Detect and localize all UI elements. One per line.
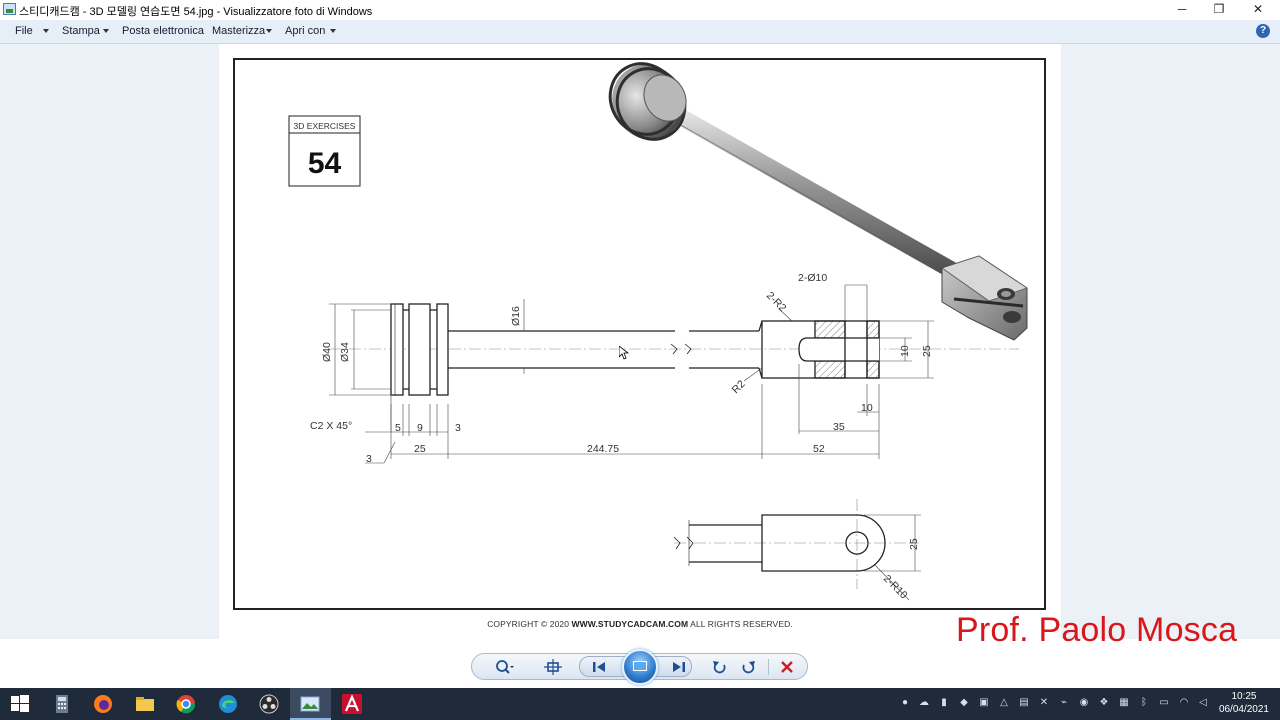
author-overlay: Prof. Paolo Mosca <box>956 611 1238 649</box>
chevron-down-icon <box>43 29 49 33</box>
clock-time: 10:25 <box>1231 691 1257 702</box>
taskbar: ● ☁ ▮ ◆ ▣ △ ▤ ✕ ⌁ ◉ ❖ ▦ ᛒ ▭ ◠ ◁ 10:25 06… <box>0 688 1280 720</box>
copyright-prefix: COPYRIGHT © 2020 <box>487 619 570 629</box>
title-bar: 스티디캐드캠 - 3D 모델링 연습도면 54.jpg - Visualizza… <box>0 0 1280 19</box>
chevron-down-icon <box>330 29 336 33</box>
menu-masterizza[interactable]: Masterizza <box>212 25 265 37</box>
drawing-border <box>233 58 1046 610</box>
drive-tray-icon[interactable]: △ <box>998 697 1010 709</box>
chevron-down-icon <box>266 29 272 33</box>
fit-icon[interactable] <box>543 658 563 676</box>
network-monitor-tray-icon[interactable]: ⌁ <box>1058 697 1070 709</box>
control-separator <box>768 659 769 675</box>
wifi-tray-icon[interactable]: ◠ <box>1178 697 1190 709</box>
zoom-icon[interactable] <box>494 658 514 676</box>
firefox-icon[interactable] <box>93 694 113 714</box>
minimize-button[interactable]: ─ <box>1162 0 1202 19</box>
displayed-image: Ø40 Ø34 Ø16 2-Ø10 2-R2 R2 10 25 10 35 52… <box>219 44 1061 639</box>
window-title: 스티디캐드캠 - 3D 모델링 연습도면 54.jpg - Visualizza… <box>19 6 373 18</box>
chevron-down-icon <box>103 29 109 33</box>
menu-file[interactable]: File <box>15 25 33 37</box>
previous-icon[interactable] <box>590 658 610 676</box>
close-button[interactable]: ✕ <box>1238 0 1278 19</box>
copyright-line: COPYRIGHT © 2020 WWW.STUDYCADCAM.COM ALL… <box>219 619 1061 629</box>
microphone-tray-icon[interactable]: ▮ <box>938 697 950 709</box>
tools-tray-icon[interactable]: ✕ <box>1038 697 1050 709</box>
menu-posta-elettronica[interactable]: Posta elettronica <box>122 25 204 37</box>
copyright-suffix: ALL RIGHTS RESERVED. <box>690 619 793 629</box>
battery-tray-icon[interactable]: ▭ <box>1158 697 1170 709</box>
app-tray-icon[interactable]: ▤ <box>1018 697 1030 709</box>
slideshow-icon[interactable] <box>622 649 658 685</box>
steam-tray-icon[interactable]: ◉ <box>1078 697 1090 709</box>
photo-viewport: Ø40 Ø34 Ø16 2-Ø10 2-R2 R2 10 25 10 35 52… <box>0 44 1280 639</box>
menu-stampa[interactable]: Stampa <box>62 25 100 37</box>
photo-viewer-icon[interactable] <box>300 694 320 714</box>
cloud-tray-icon[interactable]: ☁ <box>918 697 930 709</box>
clock-date: 06/04/2021 <box>1218 704 1269 715</box>
edge-icon[interactable] <box>218 694 238 714</box>
viewer-controls <box>471 649 808 685</box>
menu-apri-con[interactable]: Apri con <box>285 25 325 37</box>
file-explorer-icon[interactable] <box>135 694 155 714</box>
volume-tray-icon[interactable]: ◁ <box>1197 697 1209 709</box>
obs-icon[interactable] <box>259 694 279 714</box>
bluetooth-tray-icon[interactable]: ᛒ <box>1138 697 1150 709</box>
photo-viewer-app-icon <box>3 3 16 15</box>
windows-start-icon[interactable] <box>10 694 30 714</box>
display-tray-icon[interactable]: ▦ <box>1118 697 1130 709</box>
dropbox-tray-icon[interactable]: ❖ <box>1098 697 1110 709</box>
rotate-right-icon[interactable] <box>738 658 758 676</box>
help-icon[interactable]: ? <box>1256 24 1270 38</box>
autocad-icon[interactable] <box>342 694 362 714</box>
rotate-left-icon[interactable] <box>710 658 730 676</box>
shield-tray-icon[interactable]: ◆ <box>958 697 970 709</box>
menu-bar: File Stampa Posta elettronica Masterizza… <box>0 20 1280 44</box>
restore-button[interactable]: ❐ <box>1199 0 1239 19</box>
copyright-site: WWW.STUDYCADCAM.COM <box>571 619 689 629</box>
nvidia-tray-icon[interactable]: ▣ <box>978 697 990 709</box>
delete-icon[interactable] <box>777 658 797 676</box>
next-icon[interactable] <box>669 658 689 676</box>
mouse-cursor <box>619 346 629 360</box>
chrome-icon[interactable] <box>176 694 196 714</box>
taskbar-clock[interactable]: 10:25 06/04/2021 <box>1219 690 1269 716</box>
calculator-icon[interactable] <box>52 694 72 714</box>
antivirus-tray-icon[interactable]: ● <box>899 697 911 709</box>
